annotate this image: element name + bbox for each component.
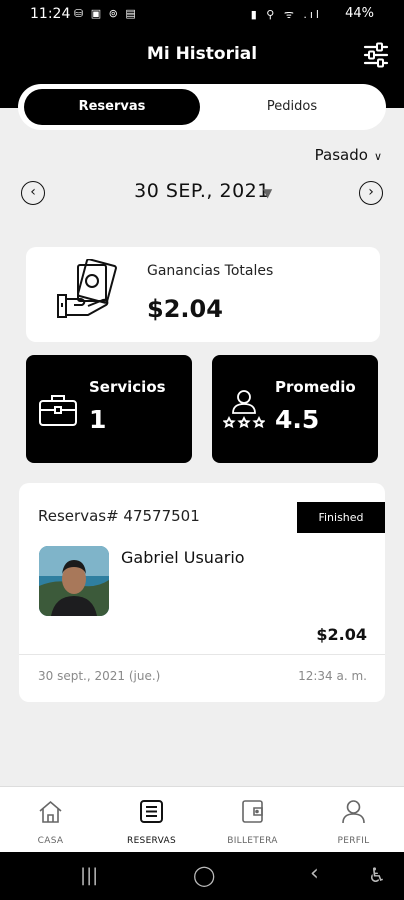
divider	[19, 654, 385, 655]
selected-date[interactable]: 30 SEP., 2021	[0, 180, 404, 202]
home-button-icon[interactable]: ◯	[193, 863, 215, 887]
nav-label: RESERVAS	[127, 836, 176, 846]
chevron-down-icon: ∨	[373, 150, 382, 163]
bottom-navigation: CASA RESERVAS BILLETERA PERFIL	[0, 786, 404, 853]
status-notification-icons: ⛁ ▣ ⊚ ▤	[74, 7, 138, 20]
nav-reservas[interactable]: RESERVAS	[101, 787, 202, 853]
status-badge: Finished	[297, 502, 385, 533]
nav-label: PERFIL	[337, 836, 370, 846]
cash-hand-icon	[56, 258, 118, 321]
nav-label: BILLETERA	[227, 836, 278, 846]
period-dropdown[interactable]: Pasado ∨	[315, 146, 382, 164]
avatar	[39, 546, 109, 616]
services-value: 1	[89, 405, 107, 434]
booking-time: 12:34 a. m.	[298, 669, 367, 683]
earnings-value: $2.04	[147, 295, 223, 323]
person-rating-icon	[223, 390, 265, 429]
back-icon[interactable]: ‹	[310, 861, 319, 886]
period-label: Pasado	[314, 146, 368, 164]
booking-amount: $2.04	[316, 625, 367, 644]
page-title: Mi Historial	[146, 44, 258, 64]
wallet-icon	[242, 800, 263, 823]
chevron-right-icon: ›	[368, 184, 374, 200]
average-label: Promedio	[275, 378, 356, 396]
recent-apps-icon[interactable]: |||	[80, 865, 98, 886]
average-value: 4.5	[275, 405, 320, 434]
sliders-icon	[363, 42, 389, 68]
client-name: Gabriel Usuario	[121, 548, 245, 567]
home-icon	[39, 800, 62, 823]
booking-card[interactable]: Reservas# 47577501 Finished Gabriel Usua…	[19, 483, 385, 702]
next-date-button[interactable]: ›	[359, 181, 383, 205]
system-navigation-bar: ||| ◯ ‹ ♿	[0, 852, 404, 900]
tab-reservas[interactable]: Reservas	[24, 89, 200, 125]
booking-date: 30 sept., 2021 (jue.)	[38, 669, 161, 683]
booking-number: Reservas# 47577501	[38, 507, 200, 525]
filter-button[interactable]	[362, 41, 390, 69]
briefcase-icon	[39, 395, 77, 426]
nav-label: CASA	[37, 836, 64, 846]
services-stat-card: Servicios 1	[26, 355, 192, 463]
user-icon	[342, 800, 365, 824]
average-stat-card: Promedio 4.5	[212, 355, 378, 463]
list-icon	[140, 800, 163, 823]
nav-perfil[interactable]: PERFIL	[303, 787, 404, 853]
status-time: 11:24	[30, 6, 71, 22]
tab-pedidos[interactable]: Pedidos	[204, 89, 380, 125]
earnings-card: Ganancias Totales $2.04	[26, 247, 380, 342]
nav-billetera[interactable]: BILLETERA	[202, 787, 303, 853]
accessibility-icon[interactable]: ♿	[368, 863, 386, 887]
earnings-label: Ganancias Totales	[147, 263, 274, 279]
nav-casa[interactable]: CASA	[0, 787, 101, 853]
caret-down-icon[interactable]: ▼	[263, 186, 272, 200]
battery-level: 44%	[345, 6, 374, 21]
status-system-icons: ▮ ⚲ ᯤ .ıl	[250, 8, 322, 21]
services-label: Servicios	[89, 378, 166, 396]
status-bar: 11:24 ⛁ ▣ ⊚ ▤ ▮ ⚲ ᯤ .ıl 44%	[0, 0, 404, 30]
segmented-tabs: Reservas Pedidos	[18, 84, 386, 130]
